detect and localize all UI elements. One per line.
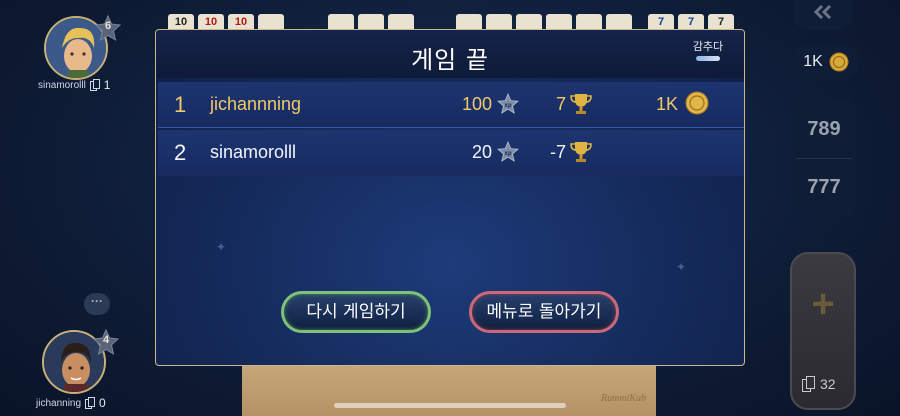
sparkle-icon: ✦ <box>216 240 227 254</box>
score-panel: 789 777 <box>792 98 856 218</box>
plus-icon: + <box>811 282 835 326</box>
score-value: 789 <box>807 118 841 140</box>
svg-text:xp: xp <box>504 103 511 109</box>
play-again-button[interactable]: 다시 게임하기 <box>281 291 431 333</box>
trophy-value: 7 <box>555 94 566 114</box>
player-info-top: sinamorolll 1 <box>38 78 110 92</box>
coin-balance: 1K <box>792 44 860 80</box>
trophy-value: -7 <box>549 142 566 162</box>
level-star-icon: 6 <box>94 14 122 42</box>
pile-count: 32 <box>820 376 836 392</box>
opponent-avatar-group[interactable]: 6 <box>44 14 122 80</box>
rank-number: 1 <box>174 92 187 117</box>
trophy-icon <box>570 142 592 162</box>
tile-count: 0 <box>99 396 106 410</box>
back-to-menu-button[interactable]: 메뉴로 돌아가기 <box>469 291 619 333</box>
game-over-dialog: ✦ ✦ ✦ ✦ ✦ 게임 끝 감추다 1 jichannning 100 xp … <box>155 29 745 366</box>
player-name: jichannning <box>210 94 302 114</box>
self-avatar-group[interactable]: 4 <box>42 328 120 394</box>
draw-tile-button[interactable]: + 32 <box>790 252 856 410</box>
hide-dialog-toggle[interactable]: 감추다 <box>690 38 726 61</box>
dialog-header: 게임 끝 감추다 <box>156 30 744 78</box>
dialog-title: 게임 끝 <box>411 46 489 74</box>
sparkle-icon: ✦ <box>676 260 687 274</box>
xp-star-icon: xp <box>497 93 519 114</box>
sort-button[interactable] <box>793 0 853 30</box>
player-name: sinamorolll <box>210 142 297 162</box>
tile-count-icon <box>85 397 96 409</box>
player-name: jichanning <box>36 397 82 409</box>
xp-value: 20 <box>471 142 492 162</box>
coin-icon <box>685 91 709 115</box>
rank-number: 2 <box>174 140 187 165</box>
player-name: sinamorolll <box>38 79 86 91</box>
svg-text:xp: xp <box>504 151 511 157</box>
hide-toggle-label: 감추다 <box>692 40 724 53</box>
home-indicator[interactable] <box>334 403 566 408</box>
level-star-icon: 4 <box>92 328 120 356</box>
coin-balance-value: 1K <box>803 53 823 70</box>
tile-count-icon <box>89 79 100 91</box>
score-value: 777 <box>807 176 841 198</box>
coin-icon <box>829 52 849 72</box>
chat-button[interactable]: ··· <box>84 293 110 315</box>
result-row: 2 sinamorolll 20 xp -7 <box>158 130 744 176</box>
tile-count: 1 <box>103 78 111 92</box>
brand-logo: RummiKub <box>601 393 646 404</box>
score-divider <box>796 158 852 159</box>
xp-star-icon: xp <box>497 141 519 162</box>
tile-stack-icon <box>802 376 815 392</box>
result-row-winner: 1 jichannning 100 xp 7 1K <box>158 82 744 128</box>
xp-value: 100 <box>461 94 492 114</box>
tile-pile: 32 <box>802 376 836 392</box>
level-number: 6 <box>104 20 112 32</box>
level-number: 4 <box>102 334 110 346</box>
trophy-icon <box>570 94 592 114</box>
coin-reward-value: 1K <box>655 94 678 114</box>
double-chevron-left-icon <box>813 4 832 20</box>
player-info-bottom: jichanning 0 <box>36 396 106 410</box>
toggle-switch-icon <box>696 56 720 61</box>
